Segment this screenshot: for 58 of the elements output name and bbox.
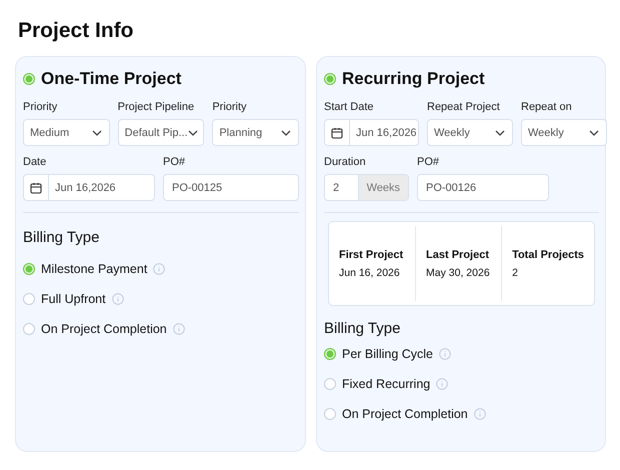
date-field[interactable]: Jun 16,2026 — [23, 174, 155, 201]
option-label: Full Upfront — [41, 292, 106, 306]
field-label: Project Pipeline — [118, 101, 196, 114]
summary-label: First Project — [339, 248, 404, 260]
chevron-down-icon — [280, 130, 291, 136]
info-icon[interactable] — [112, 293, 124, 305]
option-label: Milestone Payment — [41, 262, 148, 276]
select-field[interactable]: Default Pip... — [118, 119, 204, 146]
radio-button[interactable] — [23, 323, 35, 335]
calendar-icon — [331, 126, 343, 138]
field-label: PO# — [417, 156, 440, 169]
select-field[interactable]: Weekly — [427, 119, 513, 146]
calendar-icon — [30, 182, 42, 194]
summary-label: Total Projects — [512, 248, 584, 260]
input-field[interactable]: PO-00126 — [417, 174, 549, 201]
radio-button[interactable] — [324, 73, 336, 85]
section-title: Billing Type — [23, 229, 100, 246]
chevron-down-icon — [589, 130, 599, 136]
select-field[interactable]: Weekly — [521, 119, 607, 146]
summary-value: May 30, 2026 — [426, 266, 491, 278]
info-icon[interactable] — [436, 378, 448, 390]
card-title: One-Time Project — [41, 69, 182, 89]
radio-button[interactable] — [23, 263, 35, 275]
field-label: Duration — [324, 156, 367, 169]
field-label: Date — [23, 156, 48, 169]
page-title: Project Info — [18, 18, 135, 44]
summary-value: Jun 16, 2026 — [339, 266, 401, 278]
option-label: Fixed Recurring — [342, 377, 430, 391]
field-label: Start Date — [324, 101, 375, 114]
chevron-down-icon — [92, 130, 102, 136]
option-label: Per Billing Cycle — [342, 347, 434, 361]
summary-label: Last Project — [426, 248, 490, 260]
option-label: On Project Completion — [342, 407, 468, 421]
field-label: PO# — [163, 156, 186, 169]
field-label: Priority — [23, 101, 58, 114]
chevron-down-icon — [188, 130, 198, 136]
field-label: Priority — [212, 101, 248, 114]
summary-value: 2 — [512, 266, 519, 278]
duration-field[interactable]: 2 Weeks — [324, 174, 409, 201]
section-title: Billing Type — [324, 320, 402, 337]
radio-button[interactable] — [324, 408, 336, 420]
select-field[interactable]: Medium — [23, 119, 110, 146]
info-icon[interactable] — [474, 408, 486, 420]
input-field[interactable]: PO-00125 — [163, 174, 299, 201]
chevron-down-icon — [495, 130, 505, 136]
date-field[interactable]: Jun 16,2026 — [324, 119, 419, 146]
info-icon[interactable] — [172, 323, 185, 335]
radio-button[interactable] — [23, 73, 35, 85]
option-label: On Project Completion — [41, 322, 167, 336]
radio-button[interactable] — [324, 378, 336, 390]
radio-button[interactable] — [324, 348, 336, 360]
info-icon[interactable] — [439, 348, 452, 360]
radio-button[interactable] — [23, 293, 35, 305]
card-title: Recurring Project — [342, 69, 485, 89]
select-field[interactable]: Planning — [212, 119, 299, 146]
info-icon[interactable] — [153, 263, 166, 275]
field-label: Repeat Project — [427, 101, 501, 114]
field-label: Repeat on — [521, 101, 573, 114]
